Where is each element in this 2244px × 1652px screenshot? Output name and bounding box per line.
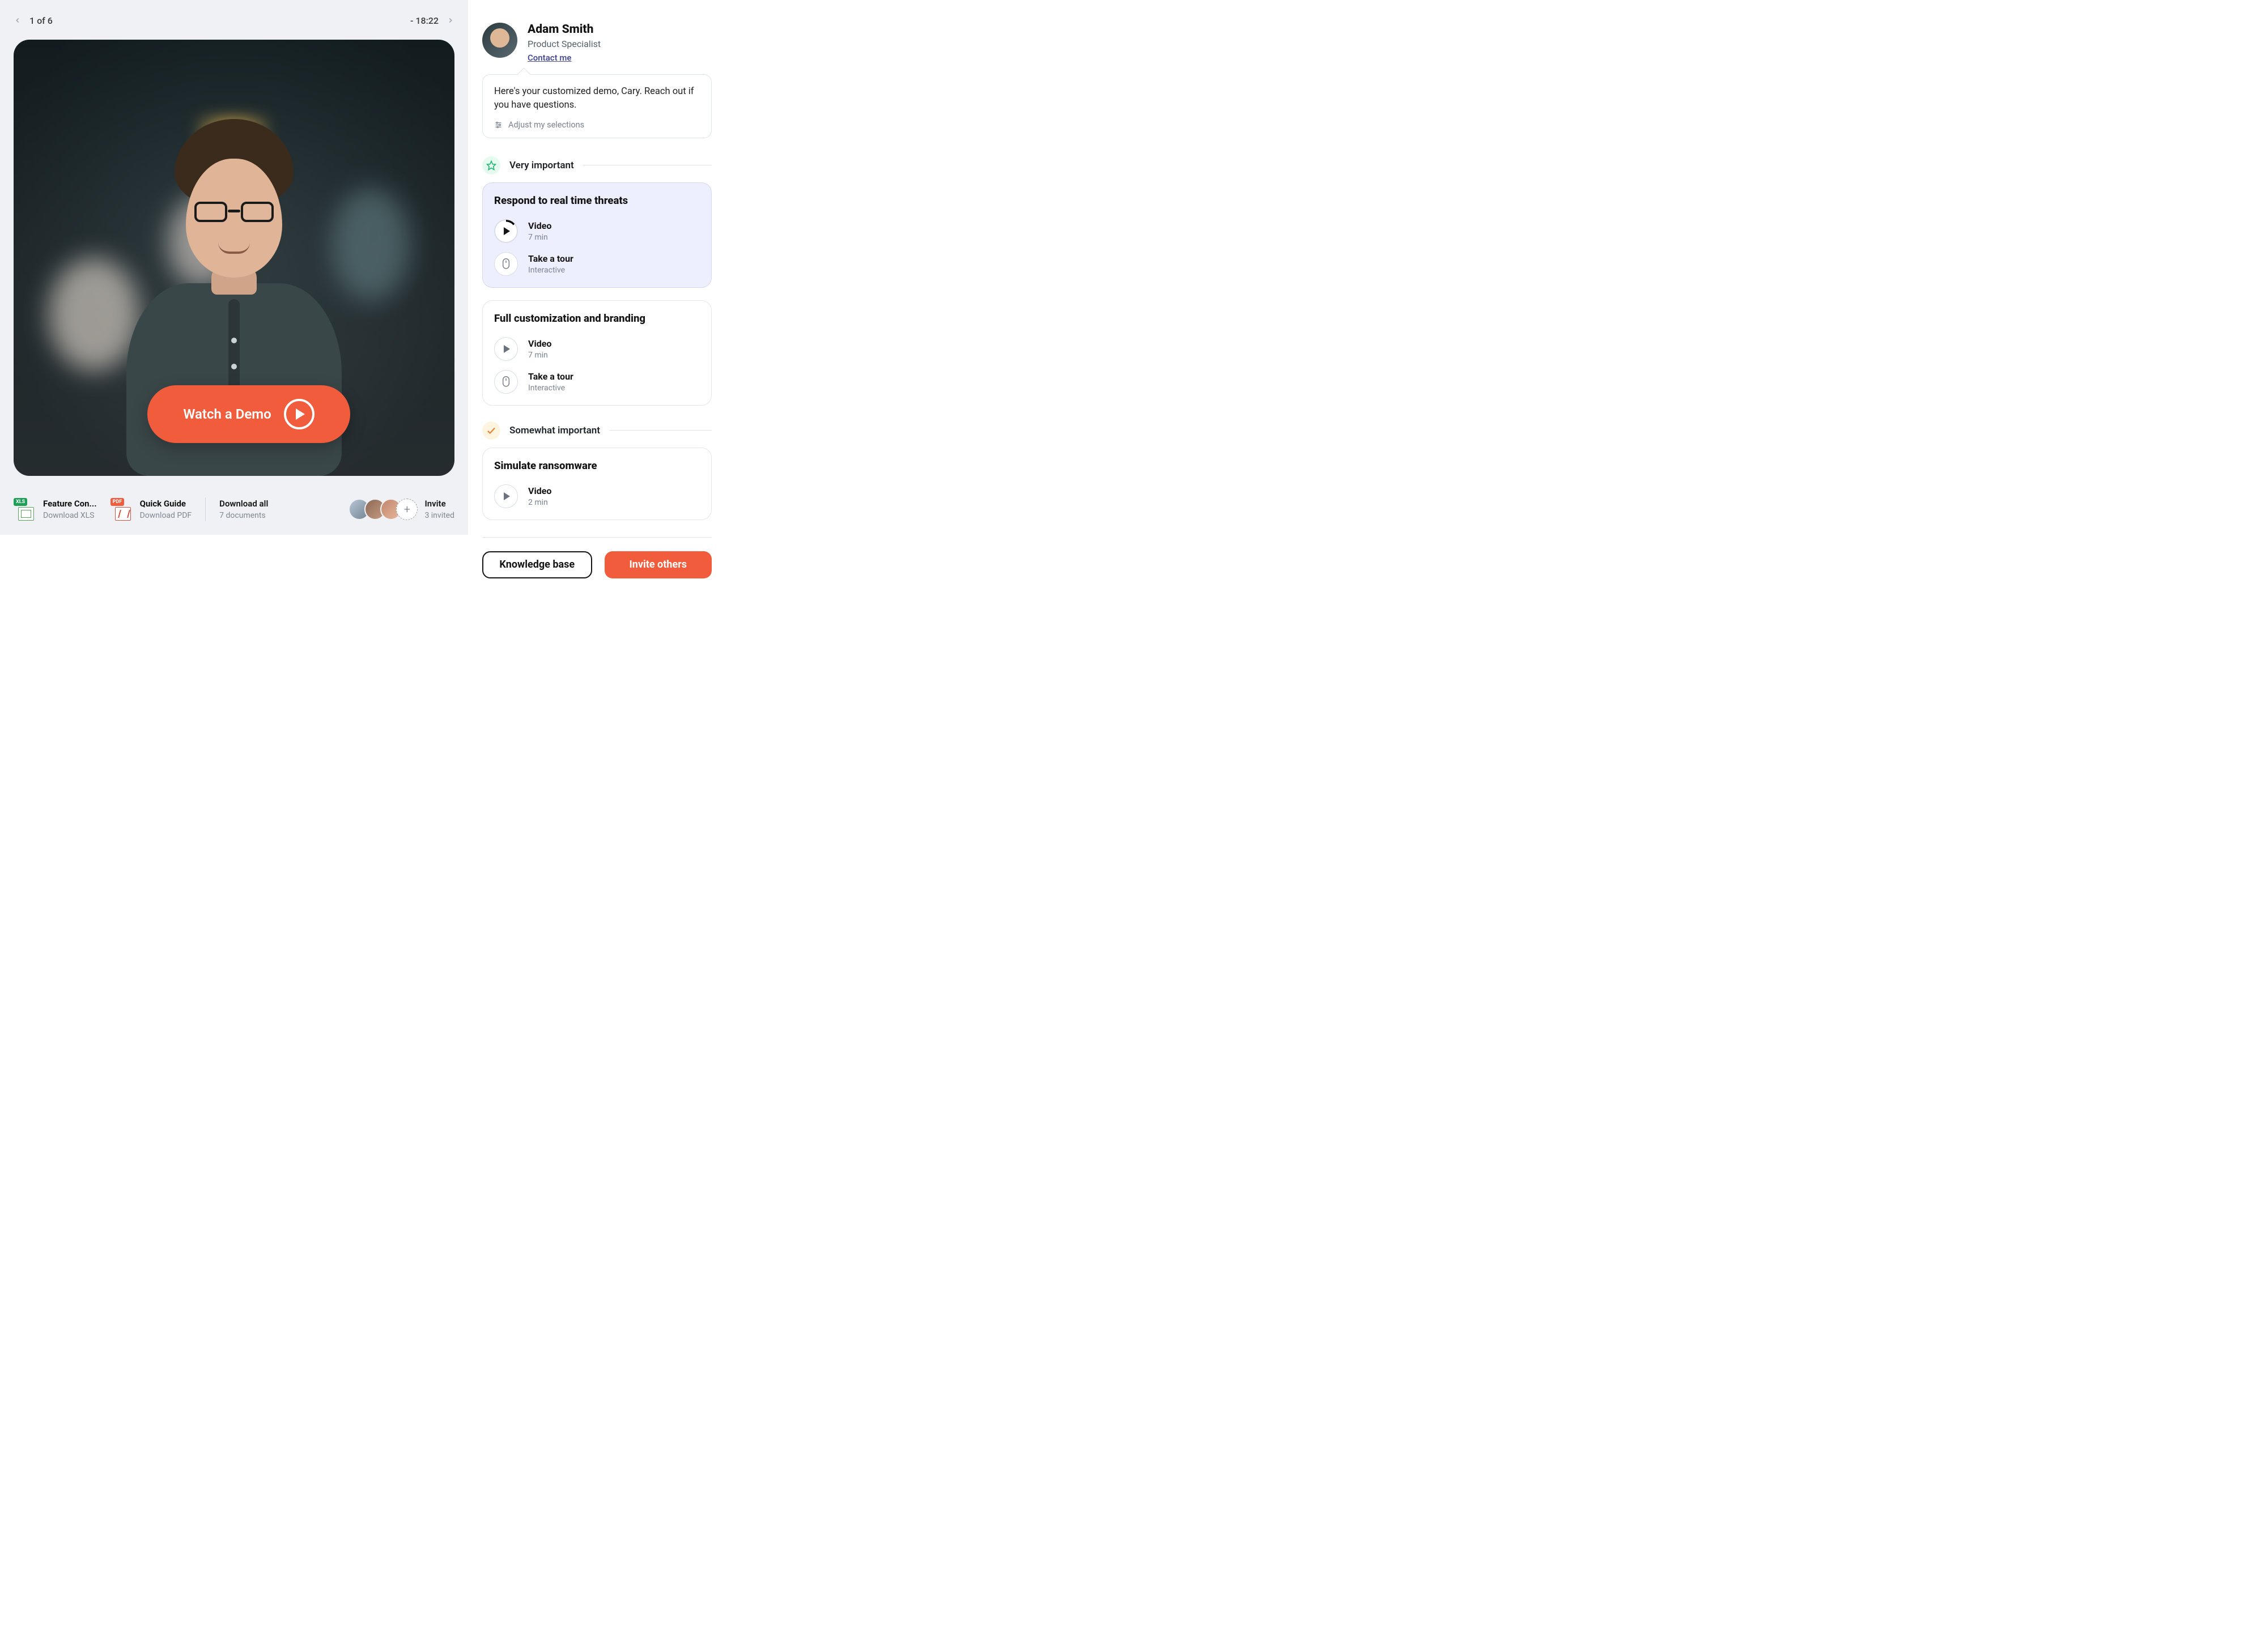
doc-pdf-title: Quick Guide: [140, 499, 192, 509]
check-icon: [482, 421, 500, 440]
ransomware-video-row[interactable]: Video 2 min: [494, 480, 700, 513]
doc-pdf-download[interactable]: Download PDF: [140, 511, 192, 520]
play-circle-icon: [284, 399, 314, 429]
prev-page-icon[interactable]: [14, 16, 22, 24]
welcome-bubble: Here's your customized demo, Cary. Reach…: [482, 74, 712, 138]
play-icon: [494, 484, 518, 508]
knowledge-base-button[interactable]: Knowledge base: [482, 551, 592, 578]
card-customization-title: Full customization and branding: [494, 312, 700, 325]
time-remaining: - 18:22: [410, 15, 439, 26]
pager-text: 1 of 6: [29, 15, 53, 26]
mouse-icon: [494, 370, 518, 394]
doc-xls-download[interactable]: Download XLS: [43, 511, 97, 520]
invited-avatars: +: [348, 499, 418, 520]
invite-others-button[interactable]: Invite others: [605, 551, 712, 578]
custom-tour-row[interactable]: Take a tour Interactive: [494, 365, 700, 398]
card-customization[interactable]: Full customization and branding Video 7 …: [482, 300, 712, 406]
play-progress-icon: [494, 219, 518, 243]
pdf-file-icon: PDF: [110, 498, 133, 521]
card-ransomware[interactable]: Simulate ransomware Video 2 min: [482, 448, 712, 520]
download-all-title: Download all: [219, 499, 268, 509]
card-threats[interactable]: Respond to real time threats Video 7 min…: [482, 182, 712, 288]
mouse-icon: [494, 252, 518, 276]
divider: [482, 537, 712, 538]
doc-pdf[interactable]: PDF Quick Guide Download PDF: [110, 498, 192, 521]
invite-title[interactable]: Invite: [424, 499, 454, 509]
contact-me-link[interactable]: Contact me: [528, 53, 571, 63]
adjust-selections[interactable]: Adjust my selections: [494, 120, 700, 130]
welcome-message: Here's your customized demo, Cary. Reach…: [494, 85, 700, 112]
threats-video-row[interactable]: Video 7 min: [494, 215, 700, 248]
specialist-role: Product Specialist: [528, 39, 601, 49]
card-ransomware-title: Simulate ransomware: [494, 459, 700, 472]
demo-video-thumbnail[interactable]: Watch a Demo: [14, 40, 454, 476]
watch-demo-button[interactable]: Watch a Demo: [147, 385, 350, 443]
threats-tour-row[interactable]: Take a tour Interactive: [494, 248, 700, 280]
next-page-icon[interactable]: [447, 16, 454, 24]
download-all[interactable]: Download all 7 documents: [219, 499, 268, 520]
star-icon: [482, 156, 500, 174]
doc-xls[interactable]: XLS Feature Con... Download XLS: [14, 498, 97, 521]
xls-file-icon: XLS: [14, 498, 36, 521]
play-icon: [494, 337, 518, 361]
specialist-avatar: [482, 23, 517, 58]
card-threats-title: Respond to real time threats: [494, 194, 700, 207]
custom-video-row[interactable]: Video 7 min: [494, 333, 700, 365]
watch-demo-label: Watch a Demo: [183, 406, 271, 422]
invite-sub: 3 invited: [424, 511, 454, 520]
add-invite-icon[interactable]: +: [396, 499, 418, 520]
sliders-icon: [494, 121, 503, 129]
divider: [205, 497, 206, 521]
section-somewhat-important: Somewhat important: [509, 425, 600, 436]
section-very-important: Very important: [509, 160, 574, 171]
download-all-sub: 7 documents: [219, 511, 268, 520]
doc-xls-title: Feature Con...: [43, 499, 97, 509]
specialist-name: Adam Smith: [528, 23, 601, 36]
